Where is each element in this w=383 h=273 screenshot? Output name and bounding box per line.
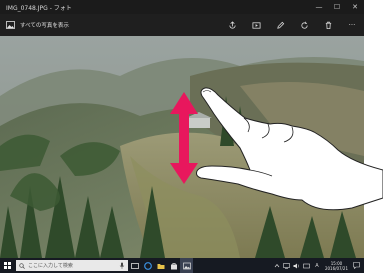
file-explorer-button[interactable]: [154, 258, 167, 273]
tablet-screen: IMG_0748.JPG - フォト — ☐ ✕ すべての写真を表示 ··· こ…: [0, 0, 364, 273]
store-button[interactable]: [167, 258, 180, 273]
photos-icon: [182, 262, 191, 269]
delete-icon: [325, 21, 331, 29]
all-photos-label: すべての写真を表示: [20, 23, 69, 29]
edit-button[interactable]: [268, 14, 292, 36]
store-icon: [170, 262, 177, 269]
window-title: IMG_0748.JPG - フォト: [6, 4, 72, 12]
maximize-button[interactable]: ☐: [328, 0, 346, 14]
photo-collection-icon: [6, 21, 15, 29]
taskbar: ここに入力して検索 A 15:00 2016/07/21: [0, 258, 364, 273]
more-icon: ···: [348, 21, 356, 29]
search-placeholder: ここに入力して検索: [28, 263, 73, 269]
rotate-icon: [300, 21, 308, 29]
delete-button[interactable]: [316, 14, 340, 36]
photo-view[interactable]: [0, 36, 364, 258]
command-bar: すべての写真を表示 ···: [0, 14, 364, 36]
more-button[interactable]: ···: [340, 14, 364, 36]
windows-logo-icon: [3, 262, 11, 269]
slideshow-icon: [251, 21, 261, 29]
chevron-up-icon[interactable]: [272, 258, 282, 273]
photos-taskbar-button[interactable]: [180, 258, 193, 273]
share-button[interactable]: [220, 14, 244, 36]
all-photos-button[interactable]: すべての写真を表示: [0, 14, 220, 36]
rotate-button[interactable]: [292, 14, 316, 36]
volume-icon[interactable]: [292, 258, 302, 273]
clock-date: 2016/07/21: [324, 265, 348, 271]
taskbar-search-box[interactable]: ここに入力して検索: [16, 260, 128, 271]
edge-button[interactable]: [141, 258, 154, 273]
notification-icon[interactable]: [351, 258, 361, 273]
system-tray: A 15:00 2016/07/21: [272, 258, 364, 273]
clock[interactable]: 15:00 2016/07/21: [325, 261, 348, 271]
search-icon: [19, 262, 25, 269]
title-bar: IMG_0748.JPG - フォト — ☐ ✕: [0, 0, 364, 14]
minimize-button[interactable]: —: [310, 0, 328, 14]
share-icon: [228, 20, 236, 29]
start-button[interactable]: [0, 258, 14, 273]
task-view-button[interactable]: [128, 258, 141, 273]
landscape-photo: [0, 36, 364, 258]
slideshow-button[interactable]: [244, 14, 268, 36]
close-button[interactable]: ✕: [346, 0, 364, 14]
task-view-icon: [130, 262, 139, 269]
edit-icon: [276, 21, 284, 29]
network-icon[interactable]: [282, 258, 292, 273]
ime-indicator[interactable]: A: [312, 258, 322, 273]
edge-icon: [143, 261, 152, 270]
explorer-icon: [157, 263, 164, 269]
microphone-icon[interactable]: [119, 262, 125, 269]
input-icon[interactable]: [302, 258, 312, 273]
